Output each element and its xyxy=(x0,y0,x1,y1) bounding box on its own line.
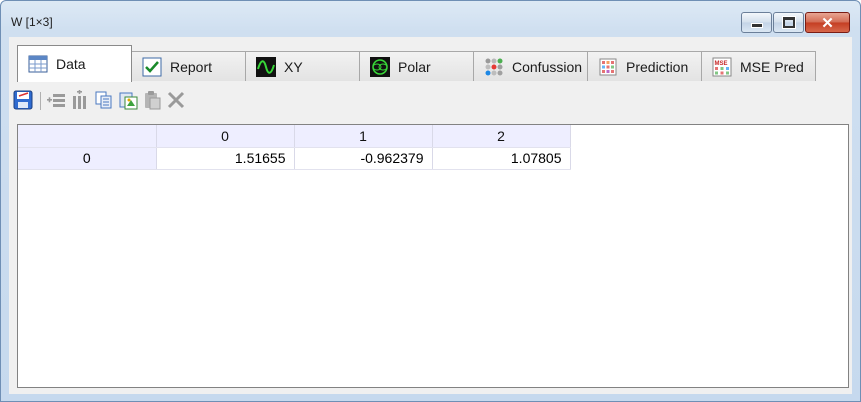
tab-report-label: Report xyxy=(170,58,213,75)
title-bar[interactable]: W [1×3] ✕ xyxy=(1,1,860,37)
insert-column-button[interactable] xyxy=(69,89,91,113)
tab-data[interactable]: Data xyxy=(17,45,132,82)
window-title: W [1×3] xyxy=(11,15,53,29)
close-button[interactable]: ✕ xyxy=(805,12,850,33)
maximize-button[interactable] xyxy=(773,12,804,33)
delete-icon xyxy=(166,90,186,113)
insert-row-button[interactable] xyxy=(45,90,67,112)
window-controls: ✕ xyxy=(740,12,850,33)
dots-matrix-icon xyxy=(484,57,504,77)
corner-header[interactable] xyxy=(18,125,157,148)
tab-polar-label: Polar xyxy=(398,58,431,75)
tab-mse-pred-label: MSE Pred xyxy=(740,58,804,75)
table-row: 0 1.51655 -0.962379 1.07805 xyxy=(18,147,571,170)
delete-button[interactable] xyxy=(165,90,187,112)
tab-mse-pred[interactable]: MSE MSE Pred xyxy=(701,51,816,81)
toolbar-separator xyxy=(40,92,41,110)
save-icon xyxy=(13,90,33,113)
tab-xy[interactable]: XY xyxy=(245,51,360,81)
tab-data-label: Data xyxy=(56,56,86,72)
tab-prediction[interactable]: Prediction xyxy=(587,51,702,81)
toolbar xyxy=(12,89,189,113)
close-icon: ✕ xyxy=(821,14,834,32)
data-grid[interactable]: 0 1 2 0 1.51655 -0.962379 1.07805 xyxy=(17,124,849,388)
insert-column-icon xyxy=(70,89,90,113)
minimize-button[interactable] xyxy=(741,12,772,33)
grid-icon xyxy=(598,57,618,77)
tab-xy-label: XY xyxy=(284,58,303,75)
column-header[interactable]: 1 xyxy=(294,125,433,148)
column-header[interactable]: 2 xyxy=(432,125,571,148)
table-cell[interactable]: 1.07805 xyxy=(432,147,571,170)
tab-confussion-label: Confussion xyxy=(512,58,583,75)
tab-prediction-label: Prediction xyxy=(626,58,689,75)
paste-icon xyxy=(142,90,162,113)
polar-icon xyxy=(370,56,390,77)
data-table: 0 1 2 0 1.51655 -0.962379 1.07805 xyxy=(18,125,571,170)
column-header-row: 0 1 2 xyxy=(18,125,571,148)
copy-button[interactable] xyxy=(93,90,115,112)
minimize-icon xyxy=(742,13,771,32)
column-header[interactable]: 0 xyxy=(156,125,295,148)
save-button[interactable] xyxy=(12,90,34,112)
copy-icon xyxy=(94,90,114,113)
insert-row-icon xyxy=(46,90,66,113)
paste-special-button[interactable] xyxy=(117,90,139,112)
window: W [1×3] ✕ Data Report XY Polar Confussio… xyxy=(0,0,861,402)
tab-polar[interactable]: Polar xyxy=(359,51,474,81)
paste-button[interactable] xyxy=(141,90,163,112)
table-cell[interactable]: -0.962379 xyxy=(294,147,433,170)
maximize-icon xyxy=(774,13,803,32)
row-header[interactable]: 0 xyxy=(18,147,157,170)
tab-strip: Data Report XY Polar Confussion Predicti… xyxy=(17,45,816,82)
paste-special-icon xyxy=(118,90,138,113)
mse-icon: MSE xyxy=(712,57,732,77)
wave-icon xyxy=(256,56,276,77)
table-icon xyxy=(28,54,48,74)
tab-report[interactable]: Report xyxy=(131,51,246,81)
table-cell[interactable]: 1.51655 xyxy=(156,147,295,170)
checkmark-icon xyxy=(142,57,162,77)
tab-confussion[interactable]: Confussion xyxy=(473,51,588,81)
svg-text:MSE: MSE xyxy=(715,61,728,67)
